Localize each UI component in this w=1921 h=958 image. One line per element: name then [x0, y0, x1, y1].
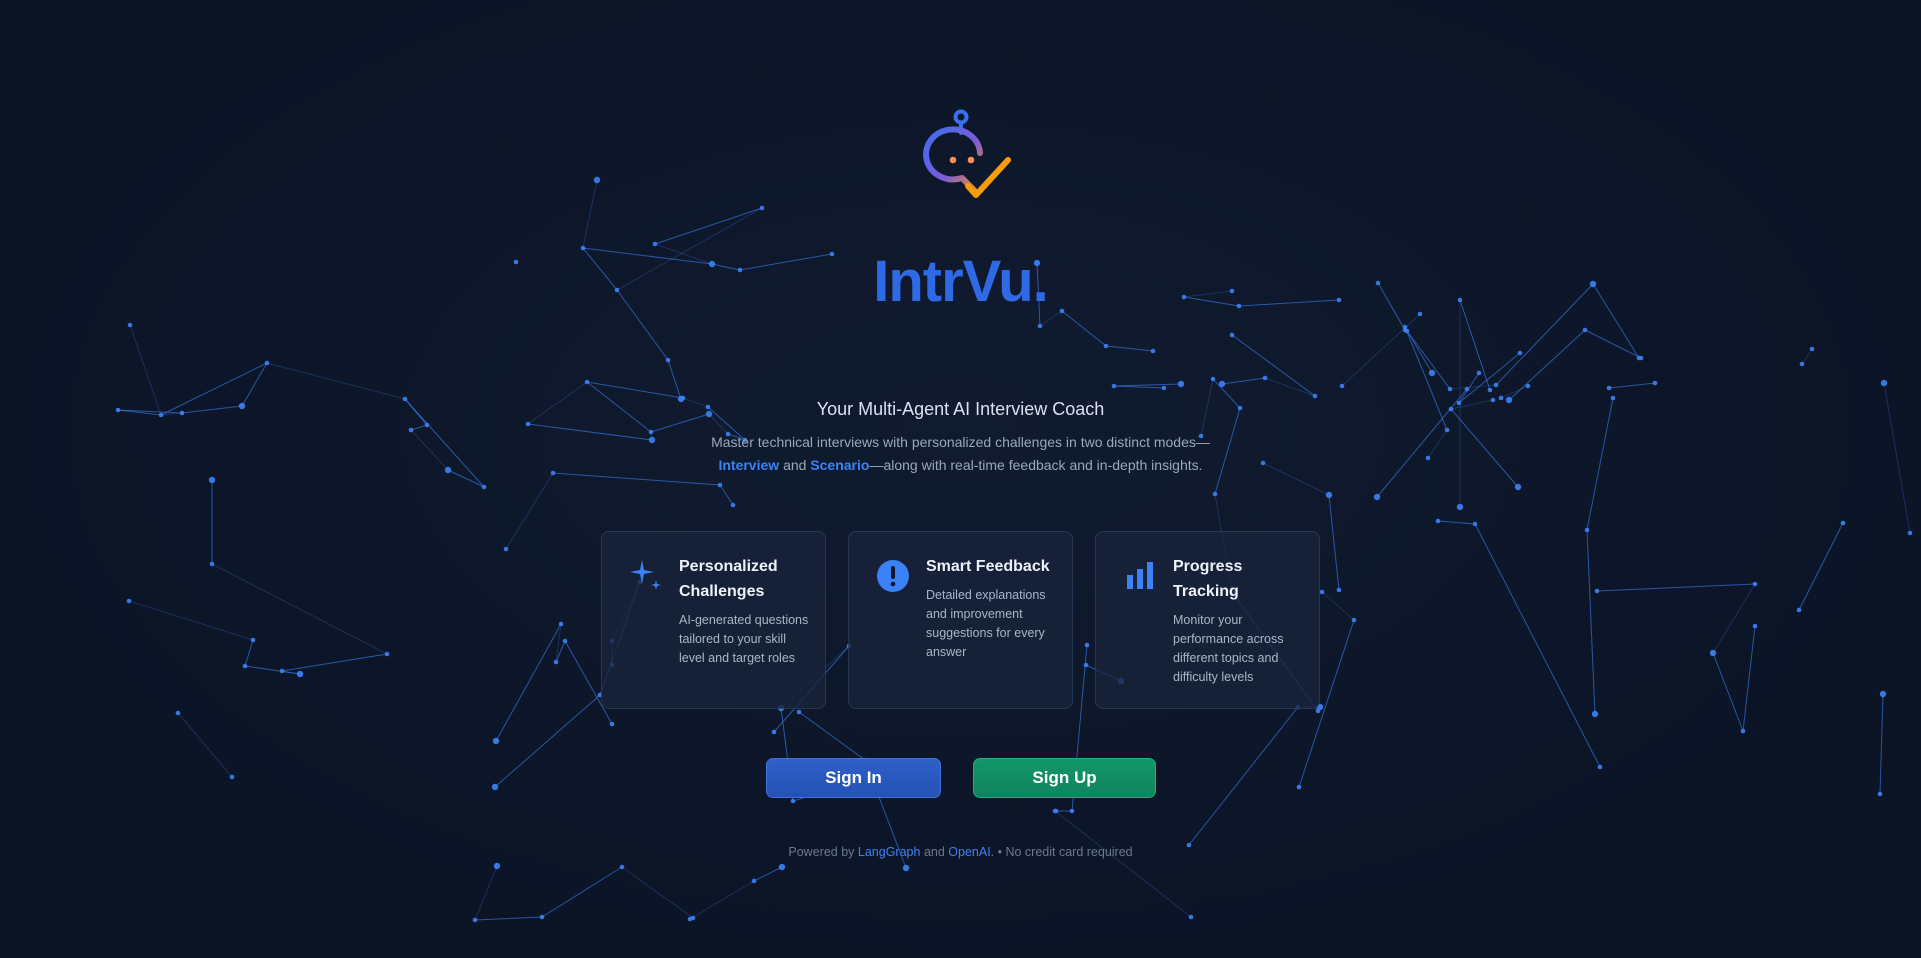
- brand-title: IntrVu.: [873, 249, 1049, 314]
- feature-text: AI-generated questions tailored to your …: [679, 613, 809, 665]
- description-suffix: —along with real-time feedback and in-de…: [869, 457, 1203, 473]
- hero-content: IntrVu. Your Multi-Agent AI Interview Co…: [0, 0, 1921, 958]
- feature-title: Progress Tracking: [1173, 558, 1243, 600]
- sign-up-button[interactable]: Sign Up: [973, 758, 1156, 798]
- feature-text: Monitor your performance across differen…: [1173, 613, 1284, 684]
- feature-text: Detailed explanations and improvement su…: [926, 588, 1046, 659]
- mode-scenario: Scenario: [810, 457, 870, 473]
- hero-description: Master technical interviews with persona…: [660, 431, 1261, 477]
- langgraph-link[interactable]: LangGraph: [858, 845, 921, 859]
- landing-page: IntrVu. Your Multi-Agent AI Interview Co…: [0, 0, 1921, 958]
- mode-interview: Interview: [718, 457, 780, 473]
- tagline: Your Multi-Agent AI Interview Coach: [816, 399, 1105, 419]
- description-prefix: Master technical interviews with persona…: [711, 434, 1210, 450]
- openai-link[interactable]: OpenAI: [948, 845, 990, 859]
- description-and: and: [783, 457, 807, 473]
- feature-title: Smart Feedback: [926, 558, 1050, 575]
- footer-note: Powered by LangGraph and OpenAI. • No cr…: [0, 843, 1921, 861]
- exclamation-icon: [877, 560, 909, 592]
- footer-powered-by: Powered by: [788, 845, 855, 859]
- sparkle-icon: [630, 560, 661, 590]
- feature-card-personalized: Personalized Challenges AI-generated que…: [601, 531, 826, 709]
- feature-card-progress: Progress Tracking Monitor your performan…: [1095, 531, 1320, 709]
- feature-title: Personalized Challenges: [679, 558, 778, 600]
- footer-no-credit-card: . • No credit card required: [990, 845, 1133, 859]
- feature-card-feedback: Smart Feedback Detailed explanations and…: [848, 531, 1073, 709]
- bar-chart-icon: [1127, 562, 1153, 589]
- sign-in-button[interactable]: Sign In: [766, 758, 941, 798]
- robot-logo-icon: [923, 109, 1011, 198]
- footer-and: and: [923, 845, 945, 859]
